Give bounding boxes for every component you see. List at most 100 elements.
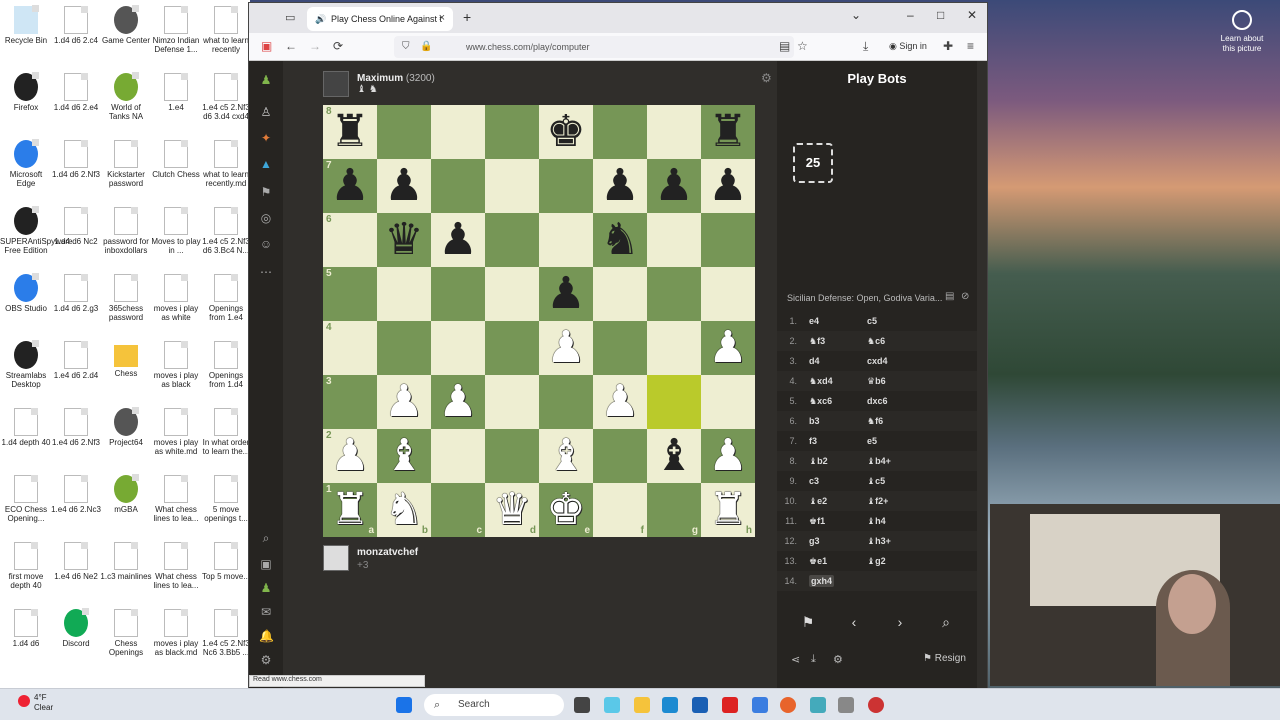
black-move[interactable]: ♛b6 [867,376,947,387]
desktop-icon[interactable]: In what order to learn the... [200,408,252,456]
desktop-icon[interactable]: 1.c3 mainlines [100,542,152,581]
white-bishop-icon[interactable]: ♝ [384,434,423,478]
desktop-icon[interactable]: first move depth 40 [0,542,52,590]
desktop-icon[interactable]: 1.d4 d6 [0,609,52,648]
profile-icon[interactable]: ▣ [259,557,273,571]
square-g4[interactable] [647,321,701,375]
square-h3[interactable] [701,375,755,429]
square-f3[interactable]: ♟ [593,375,647,429]
black-pawn-icon[interactable]: ♟ [654,164,693,208]
square-d4[interactable] [485,321,539,375]
desktop-icon[interactable]: Kickstarter password [100,140,152,188]
close-window-button[interactable]: ✕ [967,8,977,22]
desktop-icon[interactable]: 1.e4 c5 2.Nf3 Nc6 3.Bb5 ... [200,609,252,657]
square-d8[interactable] [485,105,539,159]
square-f2[interactable] [593,429,647,483]
black-move[interactable]: dxc6 [867,396,947,406]
play-icon[interactable]: ♙ [259,105,273,119]
puzzles-icon[interactable]: ✦ [259,131,273,145]
desktop-icon[interactable]: Moves to play in ... [150,207,202,255]
back-button[interactable]: ← [285,39,297,53]
black-move[interactable]: cxd4 [867,356,947,366]
square-h6[interactable] [701,213,755,267]
forward-button[interactable]: → [309,39,321,53]
app-gray-icon[interactable] [838,697,854,713]
white-move[interactable]: ♞xd4 [809,376,833,386]
square-a4[interactable]: 4 [323,321,377,375]
desktop-icon[interactable]: 5 move openings t... [200,475,252,523]
square-h2[interactable]: ♟ [701,429,755,483]
black-move[interactable]: e5 [867,436,947,446]
white-move[interactable]: d4 [809,356,820,366]
board-settings-icon[interactable]: ⚙ [761,71,772,85]
black-move[interactable]: ♝c5 [867,476,947,487]
store-icon[interactable] [692,697,708,713]
desktop-icon[interactable]: Clutch Chess [150,140,202,179]
square-g3[interactable] [647,375,701,429]
desktop-icon[interactable]: 1.e4 d6 2.d4 [50,341,102,380]
watch-icon[interactable]: ⚑ [259,185,273,199]
black-pawn-icon[interactable]: ♟ [546,272,585,316]
square-h8[interactable]: ♜ [701,105,755,159]
desktop-icon[interactable]: moves i play as white.md [150,408,202,456]
friends-icon[interactable]: ♟ [259,581,273,595]
square-b6[interactable]: ♛ [377,213,431,267]
downloads-icon[interactable]: ⤓ [863,39,868,54]
square-b5[interactable] [377,267,431,321]
search-icon[interactable]: ⌕ [259,531,273,545]
white-move[interactable]: f3 [809,436,817,446]
square-g5[interactable] [647,267,701,321]
white-pawn-icon[interactable]: ♟ [708,434,747,478]
next-move-button[interactable]: › [885,609,915,635]
white-move[interactable]: ♞xc6 [809,396,832,406]
square-g1[interactable]: g [647,483,701,537]
white-move[interactable]: e4 [809,316,819,326]
desktop-icon[interactable]: Nimzo Indian Defense 1... [150,6,202,54]
square-a2[interactable]: 2 ♟ [323,429,377,483]
sign-in-button[interactable]: ◉ Sign in [889,41,927,52]
black-move[interactable]: ♝g2 [867,556,947,567]
square-f6[interactable]: ♞ [593,213,647,267]
white-move[interactable]: ♞f3 [809,336,825,346]
task-view-icon[interactable] [574,697,590,713]
desktop-icon[interactable]: moves i play as black.md [150,609,202,657]
square-e7[interactable] [539,159,593,213]
desktop-icon[interactable]: What chess lines to lea... [150,542,202,590]
weather-icon[interactable] [18,695,30,707]
square-b4[interactable] [377,321,431,375]
square-c4[interactable] [431,321,485,375]
desktop-icon[interactable]: World of Tanks NA [100,72,152,121]
settings-small-icon[interactable]: ⚙ [833,653,843,666]
desktop-icon[interactable]: Recycle Bin [0,5,52,45]
app-blue-icon[interactable] [752,697,768,713]
square-b2[interactable]: ♝ [377,429,431,483]
desktop-icon[interactable]: 1.d4 d6 2.g3 [50,274,102,313]
desktop-icon[interactable]: Openings from 1.d4 [200,341,252,389]
desktop-icon[interactable]: what to learn recently.md [200,140,252,188]
desktop-icon[interactable]: Top 5 move... [200,542,252,581]
square-a1[interactable]: 1 a ♜ [323,483,377,537]
reader-view-icon[interactable]: ▤ [779,39,790,53]
square-b8[interactable] [377,105,431,159]
menu-icon[interactable]: ≡ [967,39,974,53]
white-move[interactable]: c3 [809,476,819,486]
white-knight-icon[interactable]: ♞ [384,488,423,532]
file-explorer-icon[interactable] [634,697,650,713]
square-d3[interactable] [485,375,539,429]
square-d7[interactable] [485,159,539,213]
desktop-icon[interactable]: 1.d4 d6 2.e4 [50,73,102,112]
white-move[interactable]: gxh4 [809,575,835,587]
black-pawn-icon[interactable]: ♟ [438,218,477,262]
white-pawn-icon[interactable]: ♟ [330,434,369,478]
black-king-icon[interactable]: ♚ [546,110,585,154]
black-knight-icon[interactable]: ♞ [600,218,639,262]
game-center-taskbar-icon[interactable] [868,697,884,713]
black-queen-icon[interactable]: ♛ [384,218,423,262]
chess-logo-icon[interactable]: ♟ [259,73,273,87]
square-g7[interactable]: ♟ [647,159,701,213]
square-e5[interactable]: ♟ [539,267,593,321]
learn-about-picture[interactable]: Learn about this picture [1214,10,1270,54]
black-move[interactable]: ♞f6 [867,416,947,427]
square-a7[interactable]: 7 ♟ [323,159,377,213]
flag-icon[interactable]: ⚑ [793,609,823,635]
